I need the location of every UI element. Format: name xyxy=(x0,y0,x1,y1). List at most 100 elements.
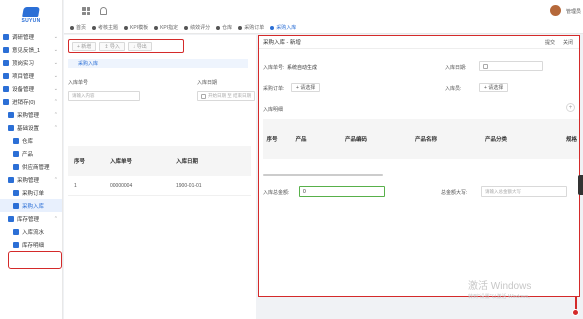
add-button[interactable]: + 新增 xyxy=(72,41,97,51)
col-spec: 规格 xyxy=(565,137,577,143)
project-icon xyxy=(3,72,9,79)
side-handle[interactable] xyxy=(578,175,583,195)
tab-icon xyxy=(124,25,129,30)
tab-icon xyxy=(92,25,97,30)
tab-icon xyxy=(154,25,159,30)
chevron-down-icon: ⌄ xyxy=(53,33,58,40)
tab-icon xyxy=(238,25,243,30)
order-icon xyxy=(13,189,19,196)
col-order-no: 入库单号 xyxy=(110,159,133,165)
date-form-input[interactable] xyxy=(479,61,543,71)
apps-grid-icon[interactable] xyxy=(82,7,90,15)
avatar[interactable] xyxy=(550,5,561,16)
col-product-category: 产品分类 xyxy=(484,137,507,143)
amount-upper-label: 总金额大写: xyxy=(441,190,468,196)
watermark-line2: 转到"设置"以激活 Windows。 xyxy=(468,294,534,300)
windows-watermark: 激活 Windows 转到"设置"以激活 Windows。 xyxy=(468,277,533,300)
date-label: 入库日期 xyxy=(197,80,218,86)
chevron-up-icon: ⌃ xyxy=(53,98,58,105)
inbound-form-panel: 采购入库 - 新增 提交 关闭 入库单号: 系统自动生成 入库日期: 采购订单:… xyxy=(258,35,580,297)
add-row-button[interactable]: + xyxy=(566,103,575,112)
col-product-code: 产品编码 xyxy=(344,137,367,143)
table-scrollbar[interactable] xyxy=(263,174,383,176)
username[interactable]: 管理员 xyxy=(566,8,581,15)
tabs-bar: 首页 考核主题 KPI模板 KPI指定 绩效评分 仓库 采购订单 采购入库 xyxy=(64,22,583,34)
inventory-icon xyxy=(3,98,9,105)
sidebar-item-survey[interactable]: 调研管理 ⌄ xyxy=(0,30,62,43)
cell-order-no: 00000004 xyxy=(110,182,133,189)
select-purchase-order-button[interactable]: + 请选择 xyxy=(291,83,321,92)
tab-icon xyxy=(216,25,221,30)
form-actions: 提交 关闭 xyxy=(545,39,579,46)
amount-input[interactable]: 0 xyxy=(299,186,385,197)
annotation-dot xyxy=(572,309,579,316)
calendar-icon xyxy=(483,63,488,69)
sidebar-item-inventory[interactable]: 进销存(0) ⌃ xyxy=(0,95,62,108)
sidebar-item-warehouse[interactable]: 仓库 xyxy=(0,134,62,147)
cell-date: 1900-01-01 xyxy=(176,182,202,189)
detail-table-header: 序号 产品 产品编码 产品名称 产品分类 规格 xyxy=(263,119,579,159)
tab-performance[interactable]: 绩效评分 xyxy=(184,24,210,31)
device-icon xyxy=(3,85,9,92)
sidebar-item-stock-detail[interactable]: 库存明细 xyxy=(0,238,62,251)
submit-button[interactable]: 提交 xyxy=(545,39,555,46)
list-toolbar: + 新增 ↥ 导入 ↓ 导出 xyxy=(68,39,184,53)
close-button[interactable]: 关闭 xyxy=(563,39,573,46)
tab-warehouse[interactable]: 仓库 xyxy=(216,24,232,31)
internship-icon xyxy=(3,59,9,66)
tab-purchase-order[interactable]: 采购订单 xyxy=(238,24,264,31)
date-range-input[interactable]: 开始日期 至 结束日期 xyxy=(197,91,255,101)
sidebar-item-supplier[interactable]: 供应商管理 xyxy=(0,160,62,173)
chevron-down-icon: ⌄ xyxy=(53,72,58,79)
feedback-icon xyxy=(3,46,9,53)
select-staff-button[interactable]: + 请选择 xyxy=(479,83,509,92)
inbound-flow-icon xyxy=(13,228,19,235)
tab-assessment-topic[interactable]: 考核主题 xyxy=(92,24,118,31)
import-button[interactable]: ↥ 导入 xyxy=(99,41,125,51)
product-icon xyxy=(13,150,19,157)
tab-kpi-template[interactable]: KPI模板 xyxy=(124,24,148,31)
chevron-down-icon: ⌄ xyxy=(53,85,58,92)
sidebar-item-internship[interactable]: 顶岗实习 ⌄ xyxy=(0,56,62,69)
chevron-up-icon: ⌃ xyxy=(53,176,58,183)
bell-icon[interactable] xyxy=(100,7,107,15)
col-product-name: 产品名称 xyxy=(414,137,437,143)
tab-purchase-inbound[interactable]: 采购入库 xyxy=(270,24,296,31)
topbar: 管理员 xyxy=(64,0,583,22)
export-button[interactable]: ↓ 导出 xyxy=(127,41,152,51)
stock-icon xyxy=(8,215,14,222)
order-no-input[interactable]: 请输入内容 xyxy=(68,91,140,101)
list-table: 序号 入库单号 入库日期 1 00000004 1900-01-01 xyxy=(68,146,251,196)
form-title: 采购入库 - 新增 xyxy=(263,40,301,46)
amount-label: 入库总金额: xyxy=(263,190,290,196)
subtab-purchase-inbound[interactable]: 采购入库 xyxy=(68,59,248,68)
sidebar-item-purchase-order[interactable]: 采购订单 xyxy=(0,186,62,199)
tab-kpi-assign[interactable]: KPI指定 xyxy=(154,24,178,31)
col-product: 产品 xyxy=(295,137,307,143)
sidebar-item-inbound-flow[interactable]: 入库流水 xyxy=(0,225,62,238)
detail-section-title: 入库明细 xyxy=(263,107,284,113)
tab-home[interactable]: 首页 xyxy=(70,24,86,31)
table-row[interactable]: 1 00000004 1900-01-01 xyxy=(68,176,251,196)
supplier-icon xyxy=(13,163,19,170)
order-no-label: 入库单号 xyxy=(68,80,89,86)
sidebar-item-device[interactable]: 设备管理 ⌄ xyxy=(0,82,62,95)
form-header: 采购入库 - 新增 提交 关闭 xyxy=(259,36,579,49)
amount-upper-input[interactable]: 请输入总金额大写 xyxy=(481,186,567,197)
date-form-label: 入库日期: xyxy=(445,65,467,71)
sidebar-item-purchase-mgmt[interactable]: 采购管理 ⌃ xyxy=(0,173,62,186)
chevron-down-icon: ⌄ xyxy=(53,59,58,66)
sidebar-item-stock[interactable]: 库存管理 ⌃ xyxy=(0,212,62,225)
inbound-icon xyxy=(13,202,19,209)
sidebar-item-product[interactable]: 产品 xyxy=(0,147,62,160)
logo-mark xyxy=(22,6,40,17)
settings-icon xyxy=(8,124,14,131)
sidebar-item-feedback[interactable]: 意见反馈_1 ⌄ xyxy=(0,43,62,56)
list-pane: + 新增 ↥ 导入 ↓ 导出 采购入库 入库单号 请输入内容 入库日期 开始日期… xyxy=(64,35,256,319)
logo-text: SUYUN xyxy=(21,17,41,24)
sidebar-item-purchase-inbound[interactable]: 采购入库 xyxy=(0,199,62,212)
sidebar-item-purchase[interactable]: 采购管理 ⌃ xyxy=(0,108,62,121)
sidebar-item-base-settings[interactable]: 基础设置 ⌃ xyxy=(0,121,62,134)
stock-detail-icon xyxy=(13,241,19,248)
sidebar-item-project[interactable]: 项目管理 ⌄ xyxy=(0,69,62,82)
